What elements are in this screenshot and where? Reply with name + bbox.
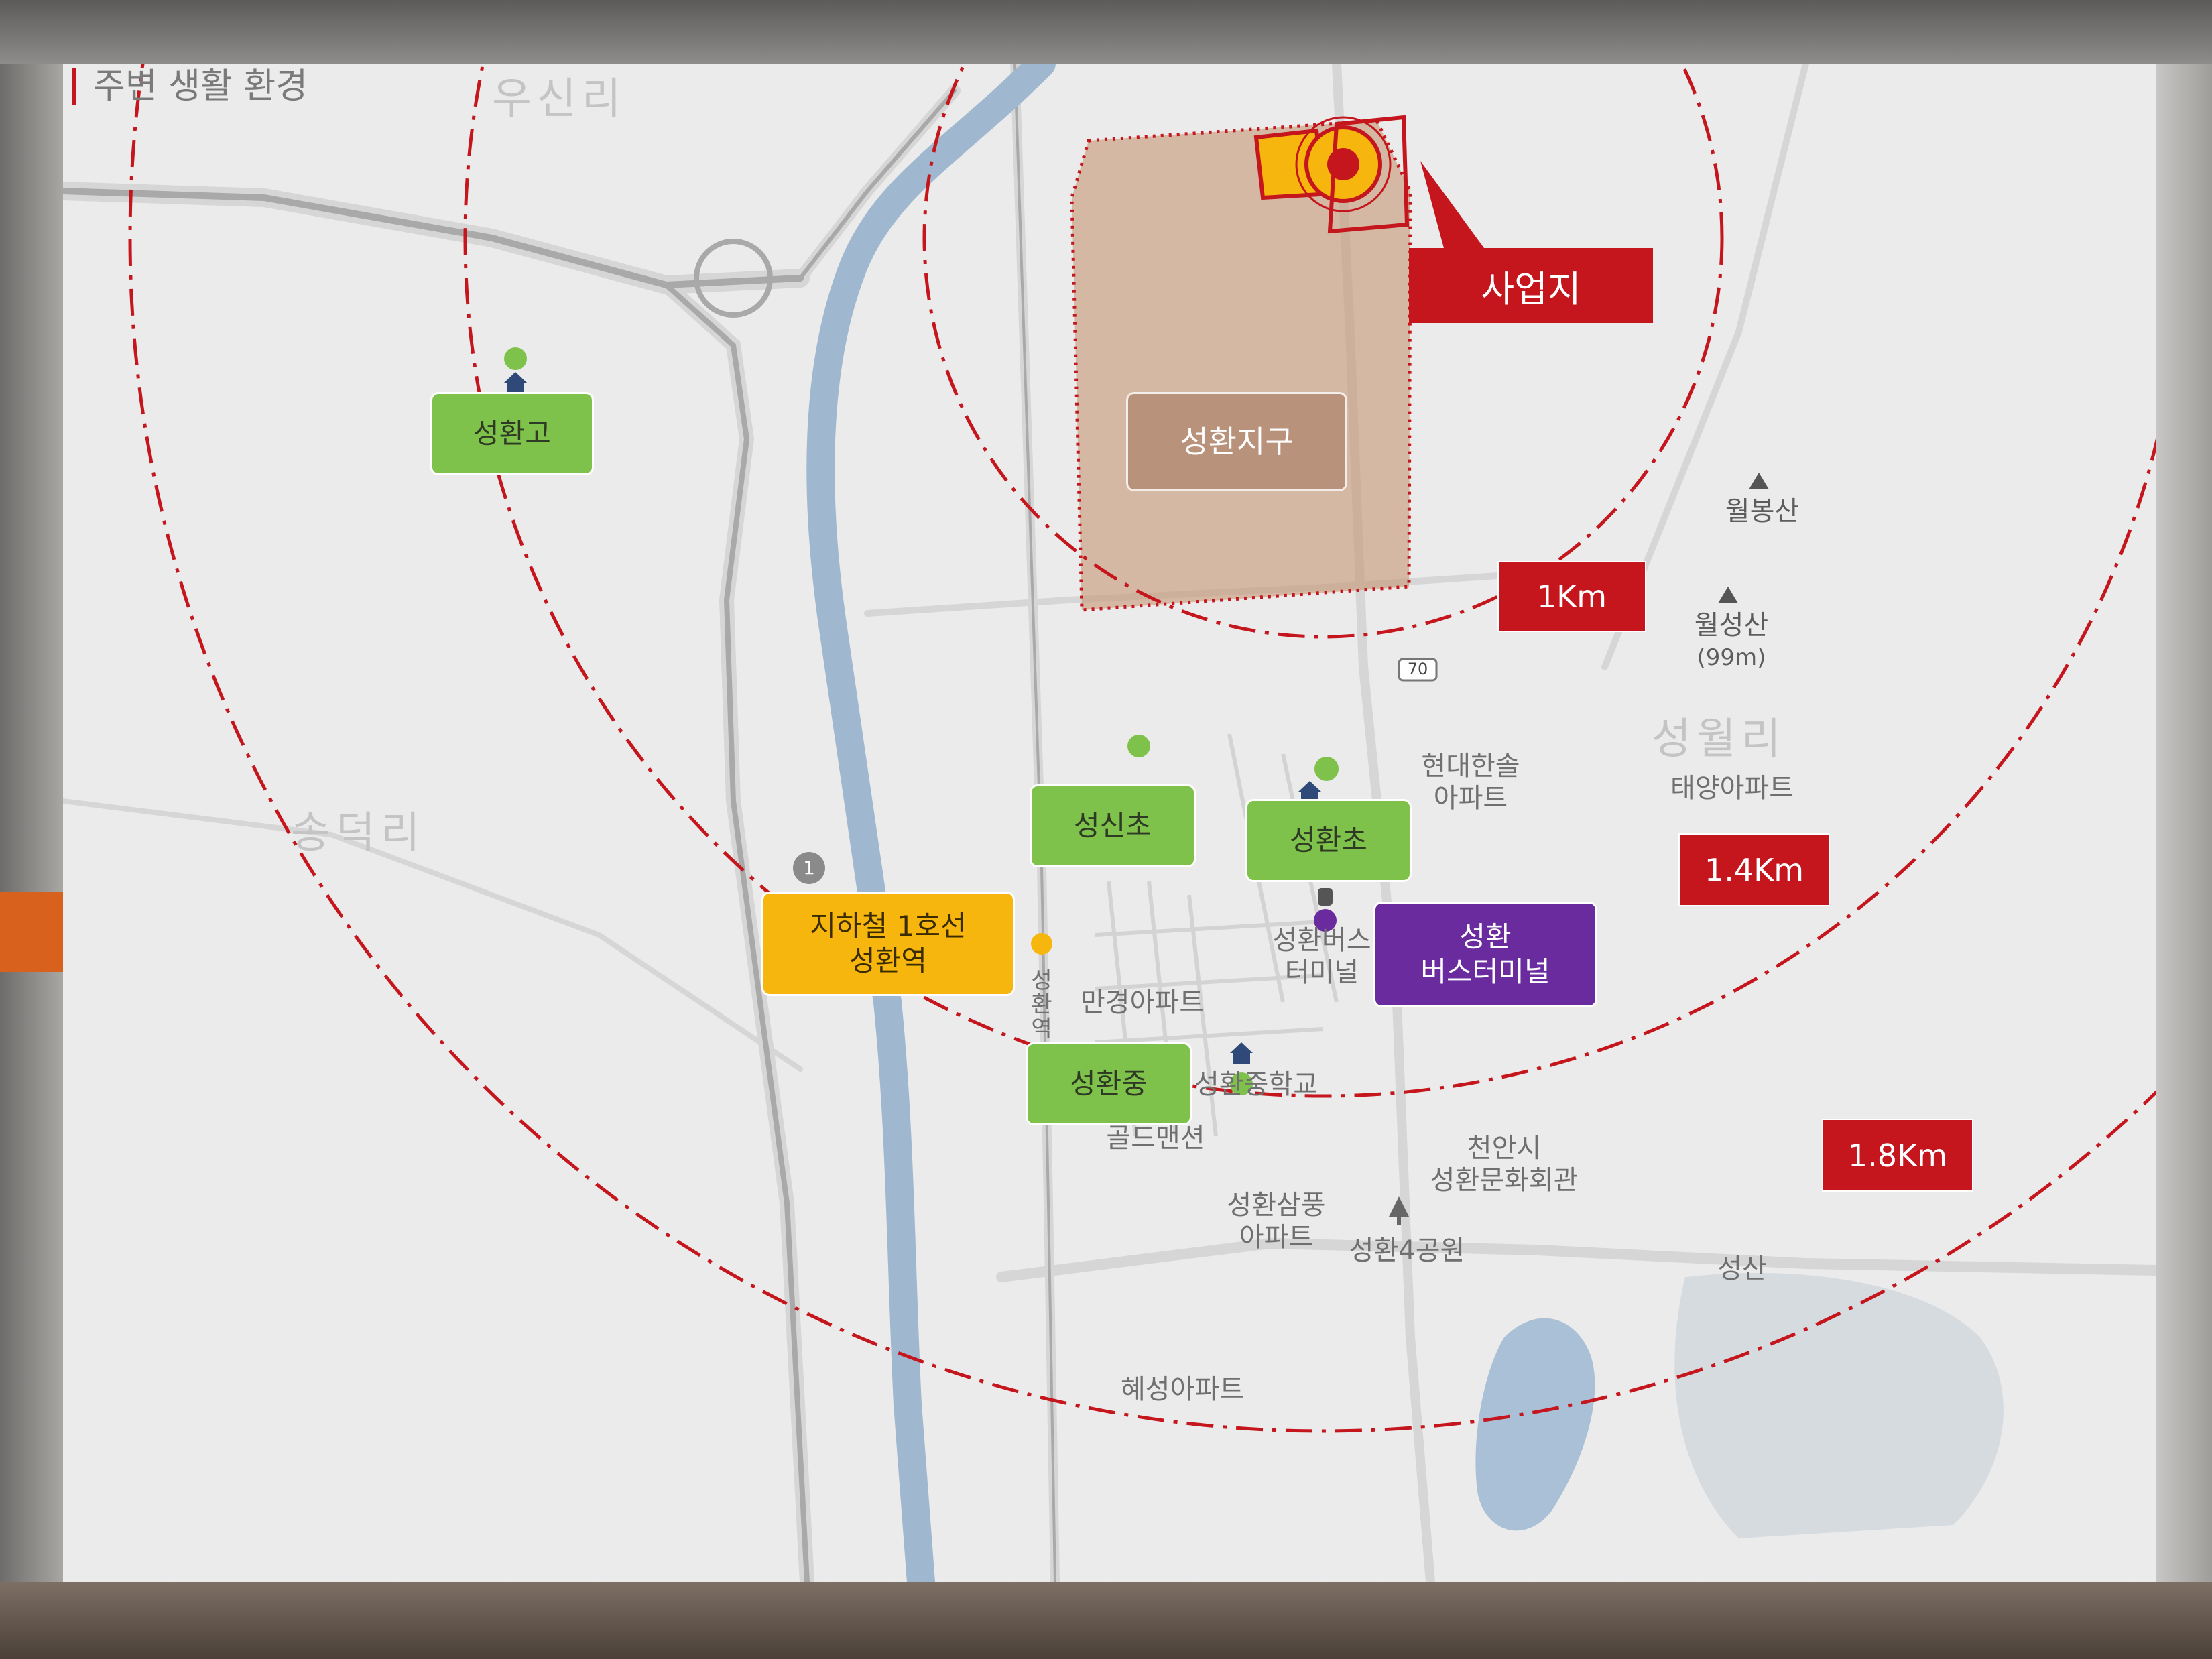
highway-road [63,182,810,295]
pointer-triangle-icon [1420,161,1484,248]
place-goldmansion: 골드맨션 [1106,1123,1205,1154]
label-bus-terminal: 성환 버스터미널 [1373,902,1597,1007]
bus-line1-text: 성환 [1459,920,1512,953]
map-panel[interactable]: 주변 생활 환경 70 1 우신리 송덕리 성월리 월봉산 월성산 (99m) … [63,64,2156,1582]
marker-seongsin [1127,735,1150,757]
background-orange-shelf [0,892,63,972]
subway-line-text: 지하철 1호선 [810,910,967,942]
background-ceiling [0,0,2212,64]
place-park: 성환4공원 [1349,1235,1465,1266]
village-usin: 우신리 [492,74,627,124]
place-bus-terminal-2: 터미널 [1284,957,1359,988]
peak-wolseong-height: (99m) [1697,644,1766,671]
site-label: 사업지 [1409,248,1653,323]
peak-wolseong: 월성산 [1694,610,1769,641]
peak-wolbong: 월봉산 [1725,496,1800,527]
label-subway: 지하철 1호선 성환역 [761,892,1015,996]
lake [1475,1318,1595,1531]
bus-icon [1318,888,1333,906]
background-right-wall [2156,64,2212,1582]
marker-subway [1031,933,1052,955]
place-station-vertical: 성환역 [1031,967,1052,1042]
place-samsung-2: 아파트 [1239,1222,1314,1253]
route-1-label: 1 [803,857,815,879]
peak-icon [1718,473,1769,603]
place-hyundai-2: 아파트 [1433,783,1508,814]
section-heading: 주변 생활 환경 [72,68,308,105]
place-mangyeong: 만경아파트 [1081,987,1204,1018]
background-floor [0,1582,2212,1659]
subway-station-text: 성환역 [849,944,927,977]
river [806,64,1056,1582]
distance-label-1km: 1Km [1497,561,1646,632]
village-songdeok: 송덕리 [291,808,426,858]
place-bus-terminal-1: 성환버스 [1272,925,1371,956]
route-70-label: 70 [1407,660,1428,678]
label-elem-seonghwan: 성환초 [1245,799,1412,882]
marker-seonghwan [1314,757,1339,781]
label-high-school: 성환고 [430,392,594,475]
label-elem-seongsin: 성신초 [1030,784,1196,867]
place-samsung-1: 성환삼풍 [1227,1190,1326,1221]
background-left-wall [0,64,63,1582]
place-middle-school-map: 성환중학교 [1194,1069,1318,1100]
place-hyeseong: 혜성아파트 [1121,1374,1244,1405]
district-label: 성환지구 [1126,392,1347,491]
distance-label-1-4km: 1.4Km [1678,833,1830,906]
label-middle-school: 성환중 [1026,1042,1192,1125]
village-seongwol: 성월리 [1652,715,1786,764]
place-taeyang: 태양아파트 [1670,773,1794,804]
bus-line2-text: 버스터미널 [1420,955,1550,988]
place-cultural-2: 성환문화회관 [1430,1165,1579,1196]
south-road [996,1237,2156,1282]
place-seongsan: 성산 [1717,1253,1767,1284]
distance-label-1-8km: 1.8Km [1822,1119,1973,1192]
marker-high-school [504,347,527,370]
place-cultural-1: 천안시 [1467,1133,1542,1164]
place-hyundai-1: 현대한솔 [1421,751,1520,782]
